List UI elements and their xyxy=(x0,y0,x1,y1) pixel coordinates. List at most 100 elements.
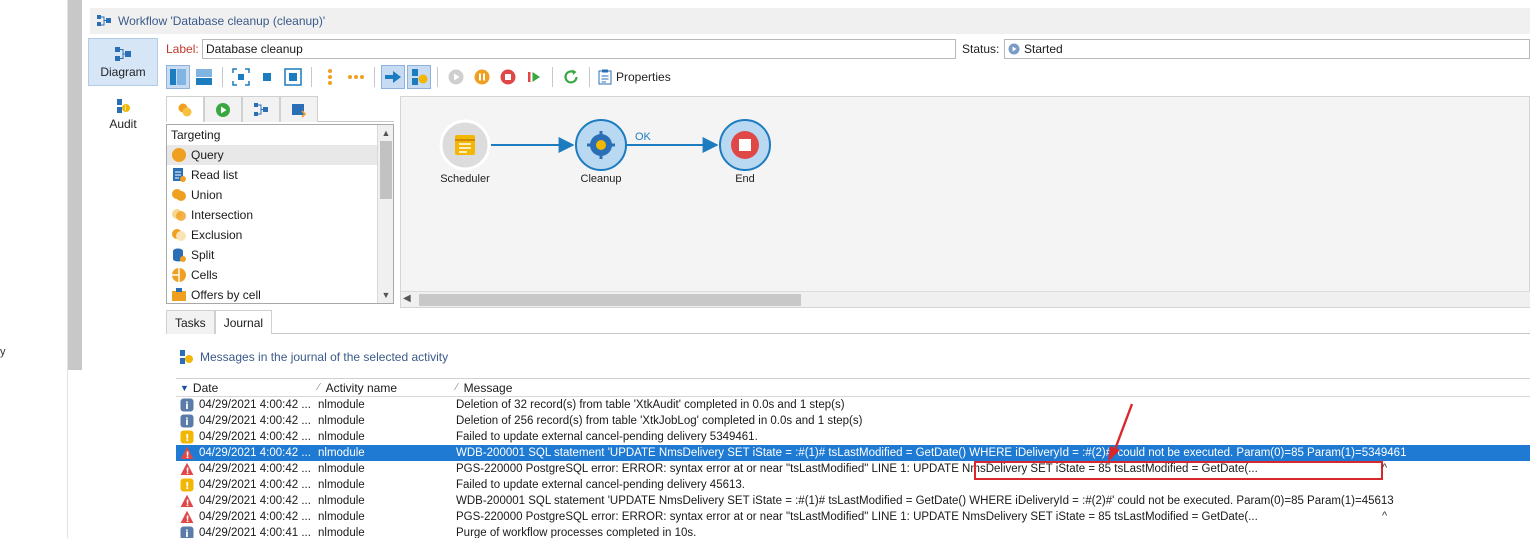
nav-audit-label: Audit xyxy=(109,116,137,131)
scroll-up-icon[interactable]: ▲ xyxy=(378,125,393,141)
square-icon xyxy=(263,73,271,81)
auto-link-button[interactable] xyxy=(381,65,405,89)
layout-horizontal-button[interactable] xyxy=(192,65,216,89)
scroll-thumb[interactable] xyxy=(380,141,392,199)
workflow-log-button[interactable] xyxy=(407,65,431,89)
pause-button[interactable] xyxy=(470,65,494,89)
resume-button[interactable] xyxy=(522,65,546,89)
svg-text:!: ! xyxy=(186,515,190,524)
nav-diagram-label: Diagram xyxy=(100,64,146,79)
cell-date: ! 04/29/2021 4:00:42 ... xyxy=(176,510,314,524)
table-row[interactable]: i 04/29/2021 4:00:42 ... nlmodule Deletion … xyxy=(176,413,1530,429)
fit-selection-button[interactable] xyxy=(229,65,253,89)
cell-activity: nlmodule xyxy=(314,399,452,411)
window-titlebar: Workflow 'Database cleanup (cleanup)' xyxy=(90,8,1530,34)
start-button[interactable] xyxy=(444,65,468,89)
cell-message-text: WDB-200001 SQL statement 'UPDATE NmsDeli… xyxy=(456,495,1394,507)
cell-activity-text: nlmodule xyxy=(318,399,365,411)
layout-vertical-button[interactable] xyxy=(166,65,190,89)
cell-message-text: Deletion of 32 record(s) from table 'Xtk… xyxy=(456,399,845,411)
palette-tab-actions[interactable] xyxy=(242,96,280,122)
tab-tasks[interactable]: Tasks xyxy=(166,310,215,334)
table-row[interactable]: ! 04/29/2021 4:00:42 ... nlmodule Failed to… xyxy=(176,429,1530,445)
resume-icon xyxy=(528,72,540,82)
select-button[interactable] xyxy=(255,65,279,89)
caret-marker: ^ xyxy=(1382,510,1388,522)
label-input[interactable]: Database cleanup xyxy=(202,39,956,59)
cell-message: Failed to update external cancel-pending… xyxy=(452,431,1530,443)
column-message[interactable]: ⁄ Message xyxy=(452,381,1530,395)
cell-message-text: Deletion of 256 record(s) from table 'Xt… xyxy=(456,415,863,427)
palette-item-union[interactable]: Union xyxy=(167,185,393,205)
error-icon: ! xyxy=(180,510,194,524)
table-row[interactable]: ! 04/29/2021 4:00:42 ... nlmodule PGS-22000… xyxy=(176,509,1530,525)
tab-tasks-label: Tasks xyxy=(175,315,206,330)
svg-text:!: ! xyxy=(185,481,190,492)
nav-diagram[interactable]: Diagram xyxy=(88,38,158,86)
table-row[interactable]: ! 04/29/2021 4:00:42 ... nlmodule WDB-20000… xyxy=(176,493,1530,509)
offers-icon xyxy=(172,288,186,301)
toolbar-separator xyxy=(589,67,590,87)
cell-message-text: WDB-200001 SQL statement 'UPDATE NmsDeli… xyxy=(456,447,1407,459)
node-label-scheduler: Scheduler xyxy=(440,173,490,185)
palette-tab-targeting[interactable] xyxy=(166,96,204,122)
cell-message: PGS-220000 PostgreSQL error: ERROR: synt… xyxy=(452,511,1530,523)
cell-activity: nlmodule xyxy=(314,447,452,459)
cell-date: i 04/29/2021 4:00:42 ... xyxy=(176,398,314,412)
table-row[interactable]: ! 04/29/2021 4:00:42 ... nlmodule WDB-20000… xyxy=(176,445,1530,461)
activity-palette: Targeting Query Read list Union Intersec… xyxy=(166,96,394,304)
workflow-editor: Workflow 'Database cleanup (cleanup)' Di… xyxy=(82,0,1530,538)
annotation-highlight-box xyxy=(974,461,1383,480)
palette-item-query[interactable]: Query xyxy=(167,145,393,165)
horizontal-dots-icon xyxy=(348,75,364,79)
splitter-bar[interactable] xyxy=(68,0,82,370)
read-list-icon xyxy=(173,168,186,182)
journal-grid: ▼ Date ⁄ Activity name ⁄ Message i 04/29/202… xyxy=(176,378,1530,538)
align-horizontal-button[interactable] xyxy=(344,65,368,89)
stop-icon xyxy=(500,69,516,85)
tab-journal[interactable]: Journal xyxy=(214,310,273,334)
refresh-button[interactable] xyxy=(559,65,583,89)
palette-item-split[interactable]: Split xyxy=(167,245,393,265)
palette-item-offers-by-cell[interactable]: Offers by cell xyxy=(167,285,393,303)
diagram-canvas[interactable]: Scheduler Cleanup End OK ◀ xyxy=(400,96,1530,308)
column-date[interactable]: ▼ Date xyxy=(176,381,314,395)
canvas-horizontal-scrollbar[interactable]: ◀ xyxy=(401,291,1530,307)
flow-control-tab-icon xyxy=(216,102,230,117)
column-activity[interactable]: ⁄ Activity name xyxy=(314,381,452,395)
table-row[interactable]: i 04/29/2021 4:00:42 ... nlmodule Deletion … xyxy=(176,397,1530,413)
fit-selection-icon xyxy=(232,68,250,86)
cell-activity-text: nlmodule xyxy=(318,447,365,459)
palette-item-read-list[interactable]: Read list xyxy=(167,165,393,185)
workflow-log-icon xyxy=(412,69,428,85)
union-icon xyxy=(172,189,186,201)
cell-message-text: PGS-220000 PostgreSQL error: ERROR: synt… xyxy=(456,511,1258,523)
left-panel-text: y xyxy=(0,346,6,358)
left-panel: y xyxy=(0,0,68,538)
started-status-icon xyxy=(1008,43,1020,55)
palette-tab-flow-control[interactable] xyxy=(204,96,242,122)
annotation-arrow xyxy=(1108,403,1134,462)
align-vertical-button[interactable] xyxy=(318,65,342,89)
palette-scrollbar[interactable]: ▲ ▼ xyxy=(377,125,393,303)
cell-message: WDB-200001 SQL statement 'UPDATE NmsDeli… xyxy=(452,447,1530,459)
palette-tab-events[interactable] xyxy=(280,96,318,122)
palette-item-cells[interactable]: Cells xyxy=(167,265,393,285)
toolbar-separator xyxy=(437,67,438,87)
sort-indicator-icon: ⁄ xyxy=(456,382,458,393)
cell-activity: nlmodule xyxy=(314,527,452,538)
stop-button[interactable] xyxy=(496,65,520,89)
palette-item-label: Union xyxy=(191,188,223,202)
actions-tab-icon xyxy=(254,102,268,116)
palette-item-exclusion[interactable]: Exclusion xyxy=(167,225,393,245)
scroll-left-icon[interactable]: ◀ xyxy=(403,293,411,304)
nav-audit[interactable]: i Audit xyxy=(88,90,158,138)
label-caption: Label: xyxy=(166,42,199,56)
properties-button[interactable]: Properties xyxy=(598,69,671,85)
scroll-thumb[interactable] xyxy=(419,294,801,306)
palette-item-intersection[interactable]: Intersection xyxy=(167,205,393,225)
table-row[interactable]: i 04/29/2021 4:00:41 ... nlmodule Purge of … xyxy=(176,525,1530,538)
cell-activity-text: nlmodule xyxy=(318,479,365,491)
zoom-fit-button[interactable] xyxy=(281,65,305,89)
scroll-down-icon[interactable]: ▼ xyxy=(378,287,393,303)
